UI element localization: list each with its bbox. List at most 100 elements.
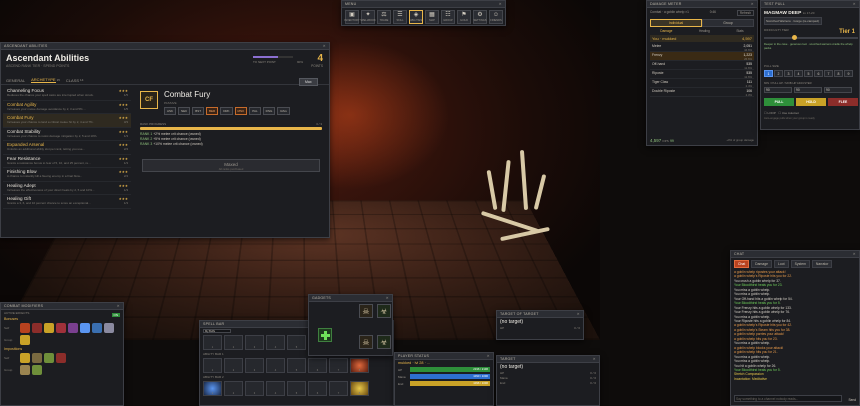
damage-row[interactable]: Double Riposte 106 2.3% (650, 88, 754, 97)
ability-list-item[interactable]: Healing Gift Grants a 3, 6, and 10 percen… (3, 195, 131, 209)
skull-icon[interactable]: ☠ (359, 335, 373, 349)
buff-icon[interactable] (44, 323, 54, 333)
pull-size-option[interactable]: 4 (794, 70, 803, 77)
menu-button-group[interactable]: ☷ GROUP (441, 10, 455, 24)
empty-slot[interactable]: 1 (203, 358, 222, 373)
close-icon[interactable]: ✕ (117, 304, 120, 308)
bl-spell-icon[interactable]: 1 (203, 381, 222, 396)
damage-row[interactable]: Off-hand 535 11.6% (650, 61, 754, 70)
buff-icon[interactable] (68, 323, 78, 333)
buff-icon[interactable] (56, 323, 66, 333)
mode-group[interactable]: Group (702, 19, 754, 27)
menu-button-spellbook[interactable]: ✦ SPELLBOOK (360, 10, 376, 24)
chat-input[interactable]: Say something to a channel nobody reads.… (734, 395, 842, 402)
debuff-icon[interactable] (20, 353, 30, 363)
empty-slot[interactable]: 3 (245, 335, 264, 350)
debuff-icon[interactable] (32, 365, 42, 375)
debuff-icon[interactable] (20, 365, 30, 375)
buff-icon[interactable] (92, 323, 102, 333)
pull-size-option[interactable]: 2 (774, 70, 783, 77)
empty-slot[interactable]: 4 (266, 358, 285, 373)
pull-size-option[interactable]: 1 (764, 70, 773, 77)
tab-stats[interactable]: Stats (736, 29, 743, 33)
close-icon[interactable]: ✕ (853, 252, 856, 256)
empty-slot[interactable]: 1 (203, 335, 222, 350)
damage-row[interactable]: Melee 2,051 44.6% (650, 43, 754, 52)
menu-button-inventory[interactable]: ▣ INVENTORY (344, 10, 360, 24)
ability-list-item[interactable]: Fear Resistance Grants a resistance bonus… (3, 155, 131, 168)
send-button[interactable]: Send (849, 398, 856, 402)
heal-plus-icon[interactable] (318, 328, 332, 342)
buff-icon[interactable] (20, 335, 30, 345)
close-icon[interactable]: ✕ (577, 312, 580, 316)
close-icon[interactable]: ✕ (487, 354, 490, 358)
chat-tab-chat[interactable]: Chat (734, 260, 750, 268)
tab-damage[interactable]: Damage (660, 29, 672, 33)
difficulty-slider[interactable] (764, 35, 858, 40)
skull-icon[interactable]: ☠ (359, 304, 373, 318)
damage-row[interactable]: Tiger Claw 111 2.4% (650, 79, 754, 88)
close-icon[interactable]: ✕ (323, 44, 326, 48)
debuff-icon[interactable] (44, 353, 54, 363)
ability-list-item[interactable]: Combat Fury Increases your chance to land… (3, 114, 131, 128)
hand-spell-icon[interactable]: 8 (350, 381, 369, 396)
menu-button-abilities[interactable]: ◈ ABILITIES (409, 10, 423, 24)
ability-list-item[interactable]: Channeling Focus Reduces the chance your … (3, 87, 131, 101)
damage-row[interactable]: Riposte 535 11.6% (650, 70, 754, 79)
tab-healing[interactable]: Healing (699, 29, 710, 33)
empty-slot[interactable]: 6 (308, 358, 327, 373)
empty-slot[interactable]: 4 (266, 335, 285, 350)
pull-size-option[interactable]: 6 (814, 70, 823, 77)
empty-slot[interactable]: 2 (224, 381, 243, 396)
ability-list-item[interactable]: Healing Adept Increases the effectiveness… (3, 182, 131, 195)
refresh-button[interactable]: Refresh (736, 10, 754, 16)
hold-button[interactable]: HOLD (796, 98, 826, 106)
pull-size-option[interactable]: 9 (844, 70, 853, 77)
menu-button-skill[interactable]: ☰ SKILL (393, 10, 407, 24)
self-row[interactable]: You · mukked 4,597 (650, 35, 754, 42)
chat-tab-narrator[interactable]: Narrator (811, 260, 833, 268)
empty-slot[interactable]: 5 (287, 381, 306, 396)
close-icon[interactable]: ✕ (853, 2, 856, 6)
ability-list-item[interactable]: Finishing Blow A chance to instantly kill… (3, 168, 131, 182)
menu-button-trade[interactable]: ⚖ TRADE (377, 10, 391, 24)
tab-archetype[interactable]: ARCHETYPE (31, 77, 56, 83)
chat-tab-system[interactable]: System (790, 260, 810, 268)
mods-toggle[interactable]: ON (111, 313, 120, 317)
empty-slot[interactable]: 5 (287, 335, 306, 350)
max-button[interactable]: Max (299, 78, 318, 86)
ability-list-item[interactable]: Expanded Arsenal Unlocks an additional ab… (3, 141, 131, 155)
ability-list-item[interactable]: Combat Stability Increases your chance to… (3, 128, 131, 141)
chat-tab-damage[interactable]: Damage (751, 260, 772, 268)
close-icon[interactable]: ✕ (593, 357, 596, 361)
flee-button[interactable]: FLEE (828, 98, 858, 106)
pull-button[interactable]: PULL (764, 98, 794, 106)
empty-slot[interactable]: 5 (287, 358, 306, 373)
menu-button-settings[interactable]: ⚙ SETTINGS (473, 10, 487, 24)
empty-slot[interactable]: 3 (245, 381, 264, 396)
menu-button-guild[interactable]: ⚑ GUILD (457, 10, 471, 24)
creature-icon[interactable]: ☣ (377, 335, 391, 349)
pull-size-option[interactable]: 3 (784, 70, 793, 77)
empty-slot[interactable]: 4 (266, 381, 285, 396)
pull-size-option[interactable]: 7 (824, 70, 833, 77)
menu-button-map[interactable]: ▦ MAP (425, 10, 439, 24)
buff-icon[interactable] (80, 323, 90, 333)
empty-slot[interactable]: 3 (245, 358, 264, 373)
zone-select[interactable]: Scorched Warrens · Gorge (re-camped) (764, 17, 822, 25)
mode-individual[interactable]: Individual (650, 19, 702, 27)
pull-size-option[interactable]: 5 (804, 70, 813, 77)
fire-spell-icon[interactable]: 8 (350, 358, 369, 373)
tab-class[interactable]: CLASS (66, 78, 79, 83)
tab-general[interactable]: GENERAL (6, 78, 25, 83)
hp-field[interactable]: 90 (824, 87, 852, 93)
empty-slot[interactable]: 7 (329, 358, 348, 373)
close-icon[interactable]: ✕ (751, 2, 754, 6)
buff-icon[interactable] (104, 323, 114, 333)
debuff-icon[interactable] (56, 353, 66, 363)
pull-size-option[interactable]: 8 (834, 70, 843, 77)
empty-slot[interactable]: 2 (224, 335, 243, 350)
chat-log[interactable]: a goblin whelp ripostes your attack! a go… (731, 270, 859, 394)
ability-list-item[interactable]: Combat Agility Increases your melee damag… (3, 101, 131, 114)
menu-button-friends[interactable]: ☺ FRIENDS (489, 10, 503, 24)
